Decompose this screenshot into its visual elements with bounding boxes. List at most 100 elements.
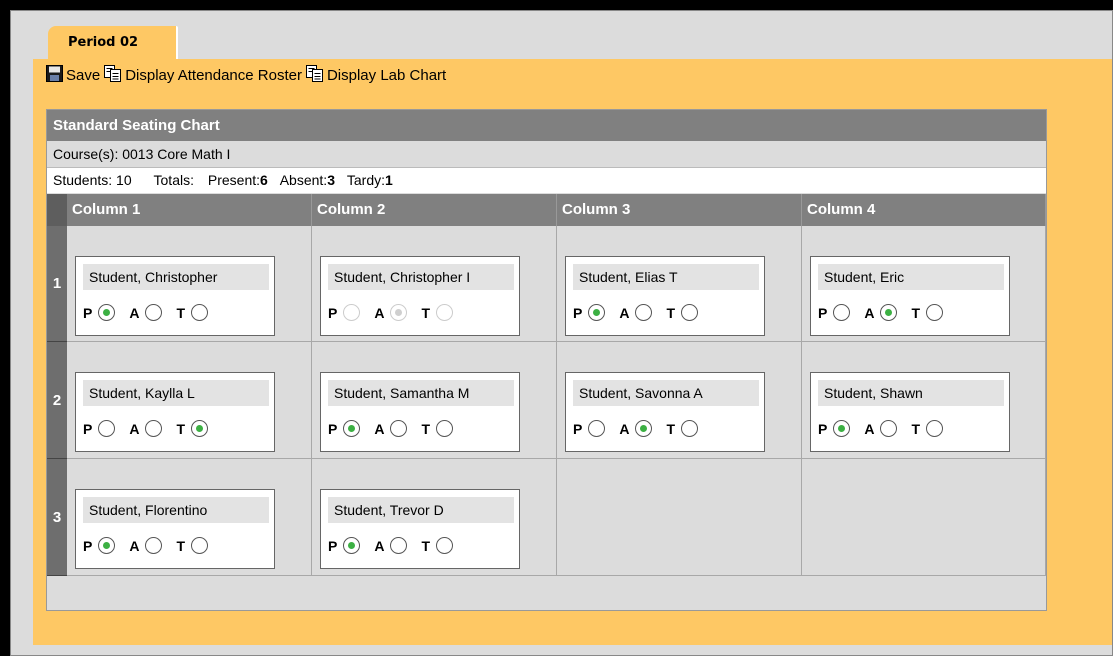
radio-tardy[interactable] (681, 420, 699, 437)
document-copy-icon (104, 65, 125, 86)
attendance-option-a[interactable]: A (864, 304, 898, 321)
attendance-option-a[interactable]: A (129, 420, 163, 437)
radio-present[interactable] (98, 304, 116, 321)
radio-absent[interactable] (880, 304, 898, 321)
seat-cell: Student, Kaylla L P A T (67, 342, 312, 459)
radio-tardy[interactable] (191, 537, 209, 554)
radio-absent[interactable] (390, 420, 408, 437)
display-attendance-roster-button[interactable]: Display Attendance Roster (104, 65, 302, 86)
attendance-option-a[interactable]: A (619, 420, 653, 437)
attendance-option-p[interactable]: P (328, 420, 361, 437)
seat-cell: Student, Florentino P A T (67, 459, 312, 576)
present-label: Present: (207, 172, 261, 188)
attendance-option-p[interactable]: P (83, 304, 116, 321)
student-name: Student, Kaylla L (83, 380, 269, 406)
student-card: Student, Shawn P A T (810, 372, 1010, 452)
attendance-option-label: T (176, 304, 186, 321)
radio-present[interactable] (98, 537, 116, 554)
attendance-option-t[interactable]: T (421, 537, 454, 554)
student-card: Student, Florentino P A T (75, 489, 275, 569)
radio-present[interactable] (833, 420, 851, 437)
attendance-option-t[interactable]: T (911, 304, 944, 321)
radio-tardy[interactable] (926, 420, 944, 437)
column-header: Column 3 (557, 194, 802, 226)
seat-cell: Student, Samantha M P A T (312, 342, 557, 459)
radio-tardy[interactable] (191, 304, 209, 321)
display-lab-chart-button[interactable]: Display Lab Chart (305, 65, 447, 86)
radio-present[interactable] (588, 420, 606, 437)
radio-tardy[interactable] (436, 420, 454, 437)
display-attendance-roster-label: Display Attendance Roster (125, 67, 302, 84)
attendance-options: PAT (328, 420, 467, 437)
attendance-options: PAT (573, 420, 712, 437)
attendance-option-label: A (374, 537, 385, 554)
attendance-option-label: P (328, 304, 338, 321)
attendance-option-t[interactable]: T (176, 304, 209, 321)
totals-row: Students: 10 Totals: Present:6 Absent:3 … (47, 168, 1046, 193)
radio-absent[interactable] (880, 420, 898, 437)
attendance-option-p[interactable]: P (818, 304, 851, 321)
seat-cell: Student, Elias T P A T (557, 226, 802, 342)
student-name: Student, Eric (818, 264, 1004, 290)
attendance-option-p[interactable]: P (83, 420, 116, 437)
attendance-option-a[interactable]: A (129, 304, 163, 321)
attendance-option-p[interactable]: P (573, 304, 606, 321)
attendance-option-t[interactable]: T (911, 420, 944, 437)
attendance-option-label: A (129, 304, 140, 321)
attendance-option-a[interactable]: A (374, 537, 408, 554)
radio-absent[interactable] (145, 537, 163, 554)
radio-present[interactable] (343, 537, 361, 554)
attendance-option-t[interactable]: T (421, 420, 454, 437)
radio-tardy[interactable] (191, 420, 209, 437)
attendance-options: P AT (83, 420, 222, 437)
attendance-option-a[interactable]: A (864, 420, 898, 437)
radio-absent[interactable] (635, 420, 653, 437)
seating-grid: Column 1 Column 2 Column 3 Column 4 1 Student… (47, 194, 1046, 610)
tab-period[interactable]: Period 02 (48, 26, 178, 60)
attendance-option-p[interactable]: P (83, 537, 116, 554)
attendance-option-label: T (421, 537, 431, 554)
floppy-disk-icon (46, 65, 66, 86)
radio-present[interactable] (343, 420, 361, 437)
radio-absent[interactable] (145, 304, 163, 321)
attendance-option-label: T (421, 304, 431, 321)
attendance-option-t[interactable]: T (666, 420, 699, 437)
radio-tardy (436, 304, 454, 321)
column-header: Column 1 (67, 194, 312, 226)
attendance-option-label: P (83, 304, 93, 321)
attendance-option-a[interactable]: A (619, 304, 653, 321)
attendance-option-label: T (666, 420, 676, 437)
row-header: 1 (47, 226, 67, 342)
radio-absent[interactable] (145, 420, 163, 437)
save-button[interactable]: Save (46, 65, 100, 86)
radio-tardy[interactable] (926, 304, 944, 321)
seating-chart-title: Standard Seating Chart (47, 110, 1046, 141)
student-name: Student, Florentino (83, 497, 269, 523)
student-card: Student, Samantha M P A T (320, 372, 520, 452)
attendance-option-label: P (83, 420, 93, 437)
absent-label: Absent: (279, 172, 328, 188)
attendance-option-label: T (666, 304, 676, 321)
display-lab-chart-label: Display Lab Chart (326, 67, 447, 84)
attendance-option-t[interactable]: T (666, 304, 699, 321)
radio-present[interactable] (98, 420, 116, 437)
seat-cell: Student, Savonna A P A T (557, 342, 802, 459)
radio-present[interactable] (588, 304, 606, 321)
attendance-option-a[interactable]: A (129, 537, 163, 554)
attendance-option-t[interactable]: T (176, 537, 209, 554)
student-name: Student, Elias T (573, 264, 759, 290)
attendance-option-a[interactable]: A (374, 420, 408, 437)
tardy-label: Tardy: (346, 172, 385, 188)
radio-present[interactable] (833, 304, 851, 321)
radio-tardy[interactable] (436, 537, 454, 554)
student-name: Student, Trevor D (328, 497, 514, 523)
radio-absent[interactable] (390, 537, 408, 554)
attendance-option-label: T (176, 420, 186, 437)
app-frame: Period 02 Save Display Attendance Roster… (10, 10, 1113, 656)
radio-absent[interactable] (635, 304, 653, 321)
attendance-option-p[interactable]: P (328, 537, 361, 554)
attendance-option-p[interactable]: P (818, 420, 851, 437)
radio-tardy[interactable] (681, 304, 699, 321)
attendance-option-t[interactable]: T (176, 420, 209, 437)
attendance-option-p[interactable]: P (573, 420, 606, 437)
